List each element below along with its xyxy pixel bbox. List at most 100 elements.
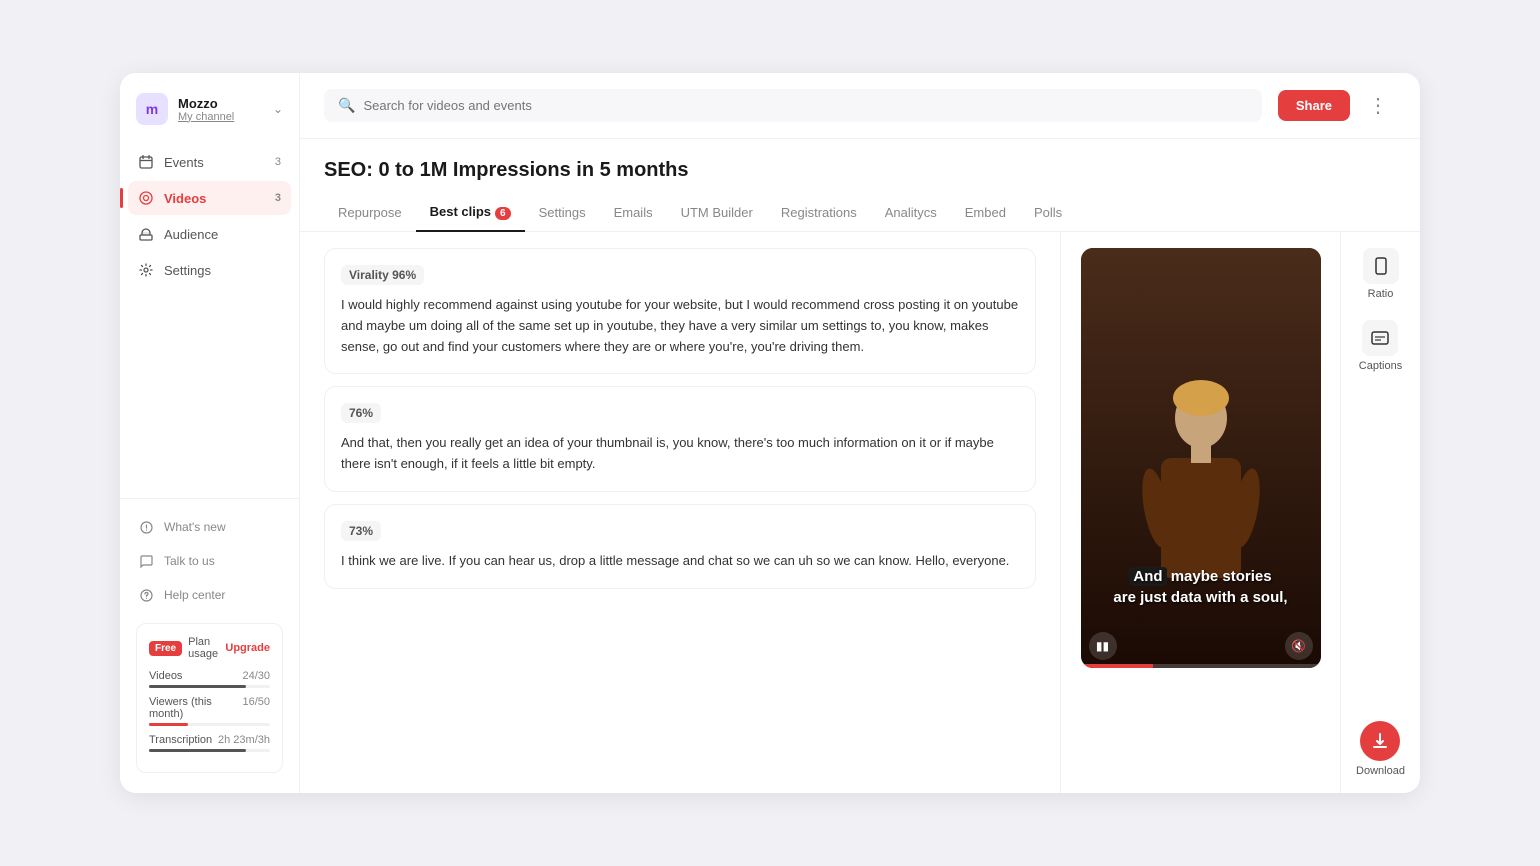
virality-badge: Virality 96% bbox=[341, 265, 424, 285]
nav-badge: 3 bbox=[275, 156, 281, 168]
video-controls: ▮▮ 🔇 bbox=[1089, 632, 1313, 660]
pause-button[interactable]: ▮▮ bbox=[1089, 632, 1117, 660]
tab-embed[interactable]: Embed bbox=[951, 195, 1020, 232]
sidebar-nav: Events 3 Videos 3 Audience Settings bbox=[120, 145, 299, 498]
plan-header: Free Plan usage Upgrade bbox=[149, 636, 270, 660]
search-bar[interactable]: 🔍 bbox=[324, 89, 1262, 122]
brand-selector[interactable]: m Mozzo My channel ⌄ bbox=[120, 93, 299, 145]
plan-stat-viewers-(this-month): Viewers (this month) 16/50 bbox=[149, 696, 270, 726]
plan-progress-fill bbox=[149, 723, 188, 726]
sidebar-item-talk-to-us[interactable]: Talk to us bbox=[128, 545, 291, 577]
free-badge: Free bbox=[149, 641, 182, 656]
whats-new-icon bbox=[138, 519, 154, 535]
plan-stat-value: 16/50 bbox=[242, 696, 270, 720]
plan-progress-fill bbox=[149, 749, 246, 752]
sidebar-bottom-label: What's new bbox=[164, 520, 226, 534]
download-tool[interactable]: Download bbox=[1356, 721, 1405, 777]
help-center-icon bbox=[138, 587, 154, 603]
main-content: 🔍 Share ⋮ SEO: 0 to 1M Impressions in 5 … bbox=[300, 73, 1420, 793]
ratio-icon bbox=[1363, 248, 1399, 284]
brand-avatar: m bbox=[136, 93, 168, 125]
mute-button[interactable]: 🔇 bbox=[1285, 632, 1313, 660]
sidebar-item-label: Settings bbox=[164, 263, 211, 278]
tabs-bar: Repurpose Best clips 6 Settings Emails UTM Bu… bbox=[300, 194, 1420, 232]
tab-label: Emails bbox=[614, 205, 653, 220]
sidebar: m Mozzo My channel ⌄ Events 3 Videos 3 A… bbox=[120, 73, 300, 793]
tab-settings[interactable]: Settings bbox=[525, 195, 600, 232]
sidebar-item-label: Videos bbox=[164, 191, 206, 206]
clip-text: I would highly recommend against using y… bbox=[341, 295, 1019, 357]
video-player[interactable]: 17s bbox=[1081, 248, 1321, 668]
clip-text: And that, then you really get an idea of… bbox=[341, 433, 1019, 475]
tab-registrations[interactable]: Registrations bbox=[767, 195, 871, 232]
download-label: Download bbox=[1356, 765, 1405, 777]
tab-best-clips[interactable]: Best clips 6 bbox=[416, 194, 525, 232]
header-actions: Share ⋮ bbox=[1278, 89, 1396, 122]
person-silhouette-icon bbox=[1141, 378, 1261, 598]
captions-label: Captions bbox=[1359, 360, 1402, 372]
tab-repurpose[interactable]: Repurpose bbox=[324, 195, 416, 232]
talk-to-us-icon bbox=[138, 553, 154, 569]
nav-badge: 3 bbox=[275, 192, 281, 204]
sidebar-item-audience[interactable]: Audience bbox=[128, 217, 291, 251]
captions-tool[interactable]: Captions bbox=[1359, 320, 1402, 372]
virality-badge: 73% bbox=[341, 521, 381, 541]
video-subtitle: And maybe stories are just data with a s… bbox=[1081, 566, 1321, 608]
search-icon: 🔍 bbox=[338, 97, 355, 114]
events-icon bbox=[138, 154, 154, 170]
clip-card[interactable]: Virality 96% I would highly recommend ag… bbox=[324, 248, 1036, 374]
captions-icon bbox=[1362, 320, 1398, 356]
plan-stat-name: Videos bbox=[149, 670, 182, 682]
share-button[interactable]: Share bbox=[1278, 90, 1350, 121]
download-icon[interactable] bbox=[1360, 721, 1400, 761]
plan-stat-videos: Videos 24/30 bbox=[149, 670, 270, 688]
tab-utm-builder[interactable]: UTM Builder bbox=[667, 195, 767, 232]
subtitle-highlight: And bbox=[1129, 567, 1166, 586]
tab-label: Settings bbox=[539, 205, 586, 220]
sidebar-item-label: Events bbox=[164, 155, 204, 170]
plan-stat-name: Transcription bbox=[149, 734, 212, 746]
brand-channel: My channel bbox=[178, 111, 263, 123]
clips-list: Virality 96% I would highly recommend ag… bbox=[300, 232, 1060, 793]
search-input[interactable] bbox=[363, 98, 1247, 113]
tab-emails[interactable]: Emails bbox=[600, 195, 667, 232]
tab-label: Repurpose bbox=[338, 205, 402, 220]
video-area: 17s bbox=[1060, 232, 1340, 793]
sidebar-item-label: Audience bbox=[164, 227, 218, 242]
videos-icon bbox=[138, 190, 154, 206]
plan-progress-bar bbox=[149, 685, 270, 688]
plan-usage-label: Plan usage bbox=[188, 636, 219, 660]
sidebar-item-whats-new[interactable]: What's new bbox=[128, 511, 291, 543]
clip-card[interactable]: 76% And that, then you really get an ide… bbox=[324, 386, 1036, 492]
ratio-tool[interactable]: Ratio bbox=[1363, 248, 1399, 300]
sidebar-item-videos[interactable]: Videos 3 bbox=[128, 181, 291, 215]
video-progress-bar[interactable] bbox=[1081, 664, 1321, 668]
tab-label: Registrations bbox=[781, 205, 857, 220]
plan-stat-transcription: Transcription 2h 23m/3h bbox=[149, 734, 270, 752]
sidebar-item-events[interactable]: Events 3 bbox=[128, 145, 291, 179]
video-progress-fill bbox=[1081, 664, 1153, 668]
tab-badge: 6 bbox=[495, 207, 511, 220]
settings-icon bbox=[138, 262, 154, 278]
ratio-label: Ratio bbox=[1368, 288, 1394, 300]
tab-analytics[interactable]: Analitycs bbox=[871, 195, 951, 232]
brand-info: Mozzo My channel bbox=[178, 96, 263, 123]
sidebar-item-settings[interactable]: Settings bbox=[128, 253, 291, 287]
clip-card[interactable]: 73% I think we are live. If you can hear… bbox=[324, 504, 1036, 589]
sidebar-item-help-center[interactable]: Help center bbox=[128, 579, 291, 611]
tab-label: Best clips bbox=[430, 204, 491, 219]
more-options-button[interactable]: ⋮ bbox=[1360, 89, 1396, 122]
content-area: SEO: 0 to 1M Impressions in 5 months Rep… bbox=[300, 139, 1420, 793]
plan-progress-bar bbox=[149, 723, 270, 726]
sidebar-bottom-label: Help center bbox=[164, 588, 225, 602]
tab-polls[interactable]: Polls bbox=[1020, 195, 1076, 232]
header: 🔍 Share ⋮ bbox=[300, 73, 1420, 139]
sidebar-bottom: What's new Talk to us Help center Free P… bbox=[120, 498, 299, 773]
tab-label: UTM Builder bbox=[681, 205, 753, 220]
chevron-down-icon: ⌄ bbox=[273, 102, 283, 116]
right-tools: Ratio Captions bbox=[1340, 232, 1420, 793]
video-person: And maybe stories are just data with a s… bbox=[1081, 248, 1321, 668]
upgrade-button[interactable]: Upgrade bbox=[225, 642, 270, 654]
clip-text: I think we are live. If you can hear us,… bbox=[341, 551, 1019, 572]
tab-label: Embed bbox=[965, 205, 1006, 220]
